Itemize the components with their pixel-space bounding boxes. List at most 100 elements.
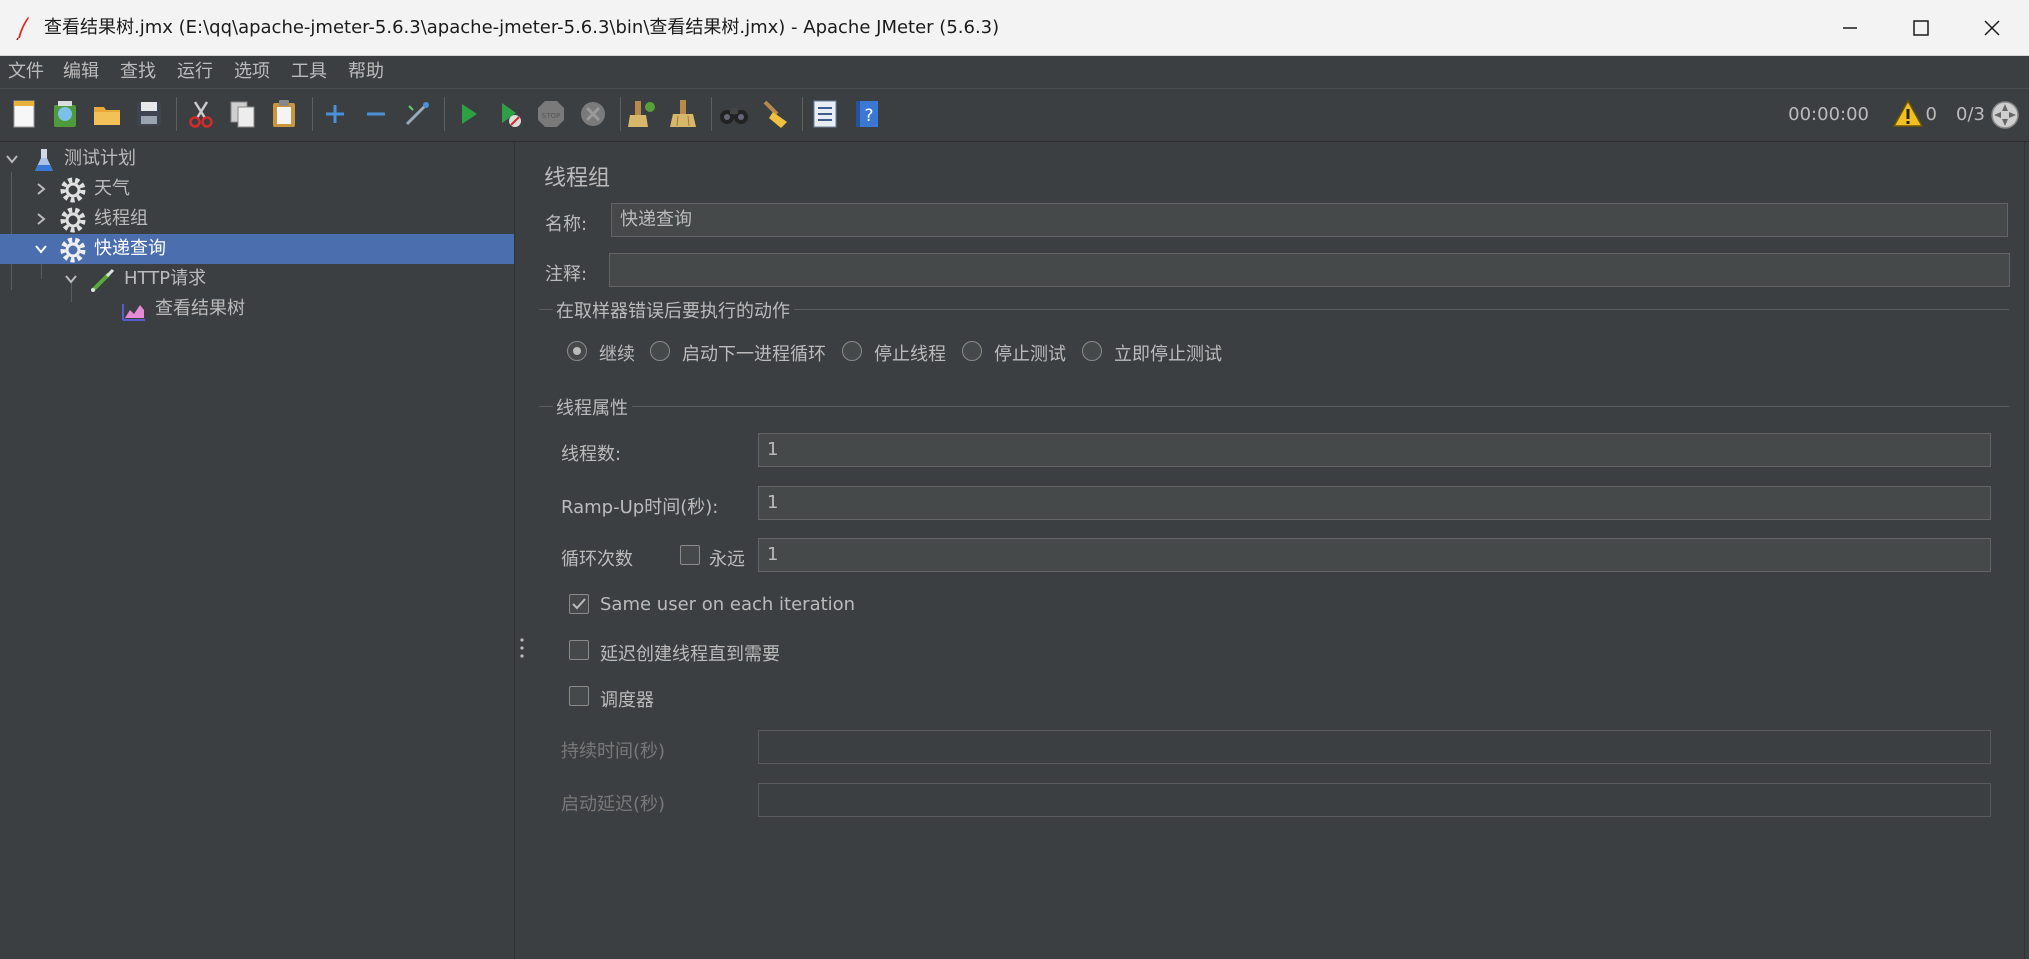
tree-item-label: 快递查询 — [94, 238, 166, 259]
radio-stop-test-now[interactable] — [1082, 341, 1102, 361]
start-no-pause-button[interactable] — [491, 96, 527, 132]
help-book-icon: ? — [856, 101, 878, 127]
tree-item-test-plan[interactable]: 测试计划 — [0, 144, 514, 174]
radio-stop-thread[interactable] — [842, 341, 862, 361]
remote-status-icon[interactable] — [1988, 98, 2022, 132]
chevron-down-icon[interactable] — [63, 271, 79, 287]
toggle-button[interactable] — [399, 96, 435, 132]
templates-icon — [54, 101, 76, 127]
rampup-field[interactable]: 1 — [758, 486, 1991, 520]
reset-search-button[interactable] — [757, 96, 793, 132]
menu-run[interactable]: 运行 — [177, 56, 213, 88]
start-button[interactable] — [450, 96, 486, 132]
threads-field[interactable]: 1 — [758, 433, 1991, 467]
forever-checkbox[interactable] — [680, 545, 700, 565]
thread-group-gear-icon — [60, 207, 86, 233]
thread-props-group-title: 线程属性 — [556, 398, 628, 419]
menu-help[interactable]: 帮助 — [348, 56, 384, 88]
new-button[interactable] — [7, 96, 43, 132]
stop-button[interactable]: STOP — [533, 96, 569, 132]
collapse-all-button[interactable] — [358, 96, 394, 132]
svg-text:?: ? — [864, 106, 873, 126]
tree-item-weather[interactable]: 天气 — [0, 174, 514, 204]
duration-field[interactable] — [758, 730, 1991, 764]
clear-all-broom-icon — [670, 100, 696, 127]
expand-all-button[interactable] — [317, 96, 353, 132]
wand-icon — [405, 102, 429, 126]
clear-all-button[interactable] — [666, 96, 702, 132]
radio-stop-test-label: 停止测试 — [994, 344, 1066, 365]
menu-search[interactable]: 查找 — [120, 56, 156, 88]
tree-item-label: 天气 — [94, 178, 130, 199]
error-action-group-title: 在取样器错误后要执行的动作 — [556, 301, 790, 322]
menu-options[interactable]: 选项 — [234, 56, 270, 88]
minus-icon — [367, 112, 385, 116]
copy-button[interactable] — [225, 96, 261, 132]
test-plan-flask-icon — [35, 149, 53, 171]
minimize-icon — [1843, 26, 1857, 29]
svg-text:STOP: STOP — [542, 112, 560, 120]
tree-item-label: 测试计划 — [64, 148, 136, 169]
radio-continue[interactable] — [567, 341, 587, 361]
maximize-button[interactable] — [1885, 0, 1957, 55]
threads-label: 线程数: — [561, 444, 622, 465]
warning-icon[interactable] — [1892, 98, 1924, 130]
menu-tools[interactable]: 工具 — [291, 56, 327, 88]
play-icon — [462, 104, 477, 124]
save-button[interactable] — [131, 96, 167, 132]
chevron-down-icon[interactable] — [33, 241, 49, 257]
radio-start-next-loop-label: 启动下一进程循环 — [682, 344, 826, 365]
shutdown-button[interactable] — [575, 96, 611, 132]
checkmark-icon — [572, 598, 586, 610]
scheduler-checkbox[interactable] — [569, 686, 589, 706]
search-button[interactable] — [716, 96, 752, 132]
tree-item-label: 查看结果树 — [155, 298, 245, 319]
name-field[interactable]: 快递查询 — [611, 203, 2008, 237]
cut-button[interactable] — [183, 96, 219, 132]
warning-count: 0 — [1925, 104, 1937, 125]
function-helper-button[interactable] — [807, 96, 843, 132]
chevron-right-icon[interactable] — [33, 211, 49, 227]
comment-field[interactable] — [609, 253, 2010, 287]
tree-item-express-query[interactable]: 快递查询 — [0, 234, 514, 264]
paste-button[interactable] — [266, 96, 302, 132]
rampup-label: Ramp-Up时间(秒): — [561, 497, 719, 518]
scheduler-label: 调度器 — [600, 690, 654, 711]
startup-delay-label: 启动延迟(秒) — [561, 794, 666, 815]
radio-stop-test[interactable] — [962, 341, 982, 361]
startup-delay-field[interactable] — [758, 783, 1991, 817]
maximize-icon — [1913, 19, 1929, 36]
drag-handle-icon[interactable] — [520, 636, 524, 660]
delay-thread-creation-checkbox[interactable] — [569, 640, 589, 660]
menu-edit[interactable]: 编辑 — [63, 56, 99, 88]
elapsed-timer: 00:00:00 — [1788, 104, 1869, 125]
radio-stop-thread-label: 停止线程 — [874, 344, 946, 365]
delay-thread-creation-label: 延迟创建线程直到需要 — [600, 644, 780, 665]
duration-label: 持续时间(秒) — [561, 741, 666, 762]
panel-splitter[interactable] — [514, 142, 530, 959]
same-user-label: Same user on each iteration — [600, 594, 856, 615]
stop-icon: STOP — [538, 101, 564, 127]
radio-continue-label: 继续 — [599, 344, 635, 365]
binoculars-icon — [720, 108, 748, 124]
thread-group-gear-icon — [60, 177, 86, 203]
menu-file[interactable]: 文件 — [8, 56, 44, 88]
templates-button[interactable] — [47, 96, 83, 132]
panel-title: 线程组 — [544, 166, 611, 191]
play-no-timers-icon — [502, 103, 521, 127]
same-user-checkbox[interactable] — [569, 594, 589, 614]
radio-start-next-loop[interactable] — [650, 341, 670, 361]
close-button[interactable] — [1956, 0, 2028, 55]
chevron-right-icon[interactable] — [33, 181, 49, 197]
minimize-button[interactable] — [1814, 0, 1886, 55]
window-title: 查看结果树.jmx (E:\qq\apache-jmeter-5.6.3\apa… — [44, 17, 1000, 38]
help-button[interactable]: ? — [849, 96, 885, 132]
tree-item-view-results-tree[interactable]: 查看结果树 — [0, 294, 514, 324]
tree-item-label: HTTP请求 — [124, 268, 207, 289]
tree-item-thread-group[interactable]: 线程组 — [0, 204, 514, 234]
loop-count-field[interactable]: 1 — [758, 538, 1991, 572]
chevron-down-icon[interactable] — [4, 151, 20, 167]
open-button[interactable] — [89, 96, 125, 132]
tree-item-http-request[interactable]: HTTP请求 — [0, 264, 514, 294]
clear-button[interactable] — [624, 96, 660, 132]
